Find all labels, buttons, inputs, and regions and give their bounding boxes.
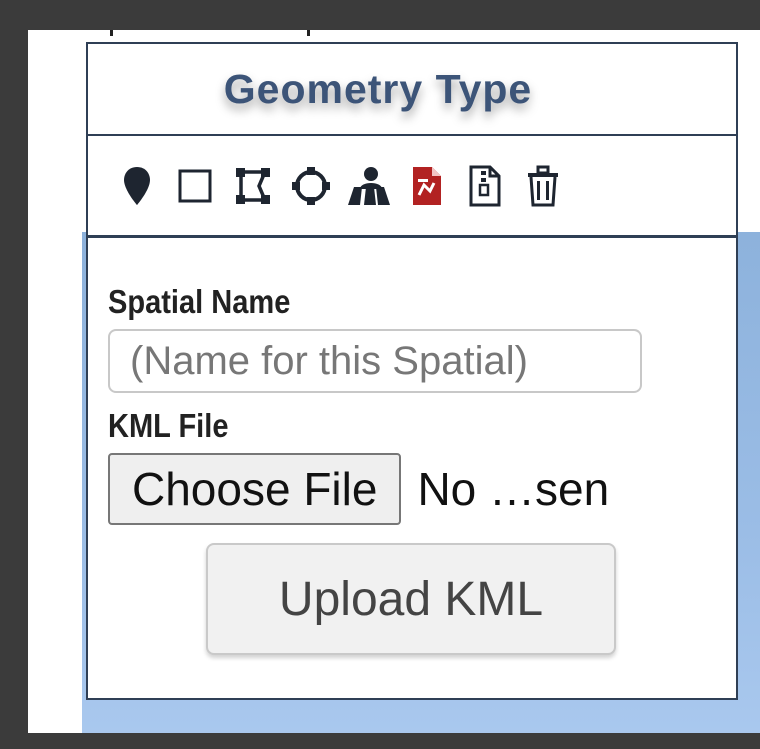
ruler-tick [110,30,113,36]
form-body: Spatial Name KML File Choose File No …se… [88,241,736,655]
circle-icon[interactable] [282,157,340,215]
kml-file-label: KML File [108,407,229,444]
trash-icon[interactable] [514,157,572,215]
file-zipper-icon[interactable] [456,157,514,215]
panel-title: Geometry Type [223,65,533,112]
choose-file-button[interactable]: Choose File [108,453,402,525]
marker-icon[interactable] [108,157,166,215]
spatial-name-input[interactable] [108,329,642,393]
spatial-name-label: Spatial Name [108,283,291,320]
upload-kml-button[interactable]: Upload KML [206,543,616,655]
geometry-toolbar [88,136,736,238]
polygon-icon[interactable] [224,157,282,215]
file-picker: Choose File No …sen [108,453,736,525]
panel-header: Geometry Type [88,44,738,136]
file-status: No …sen [417,463,610,515]
map-user-icon[interactable] [340,157,398,215]
header-divider [736,44,738,134]
map-top-strip [82,30,760,42]
ruler-tick [307,30,310,36]
rectangle-icon[interactable] [166,157,224,215]
geometry-panel: Geometry Type Spatial Name (Name for thi… [86,42,738,700]
kml-file-icon[interactable] [398,157,456,215]
